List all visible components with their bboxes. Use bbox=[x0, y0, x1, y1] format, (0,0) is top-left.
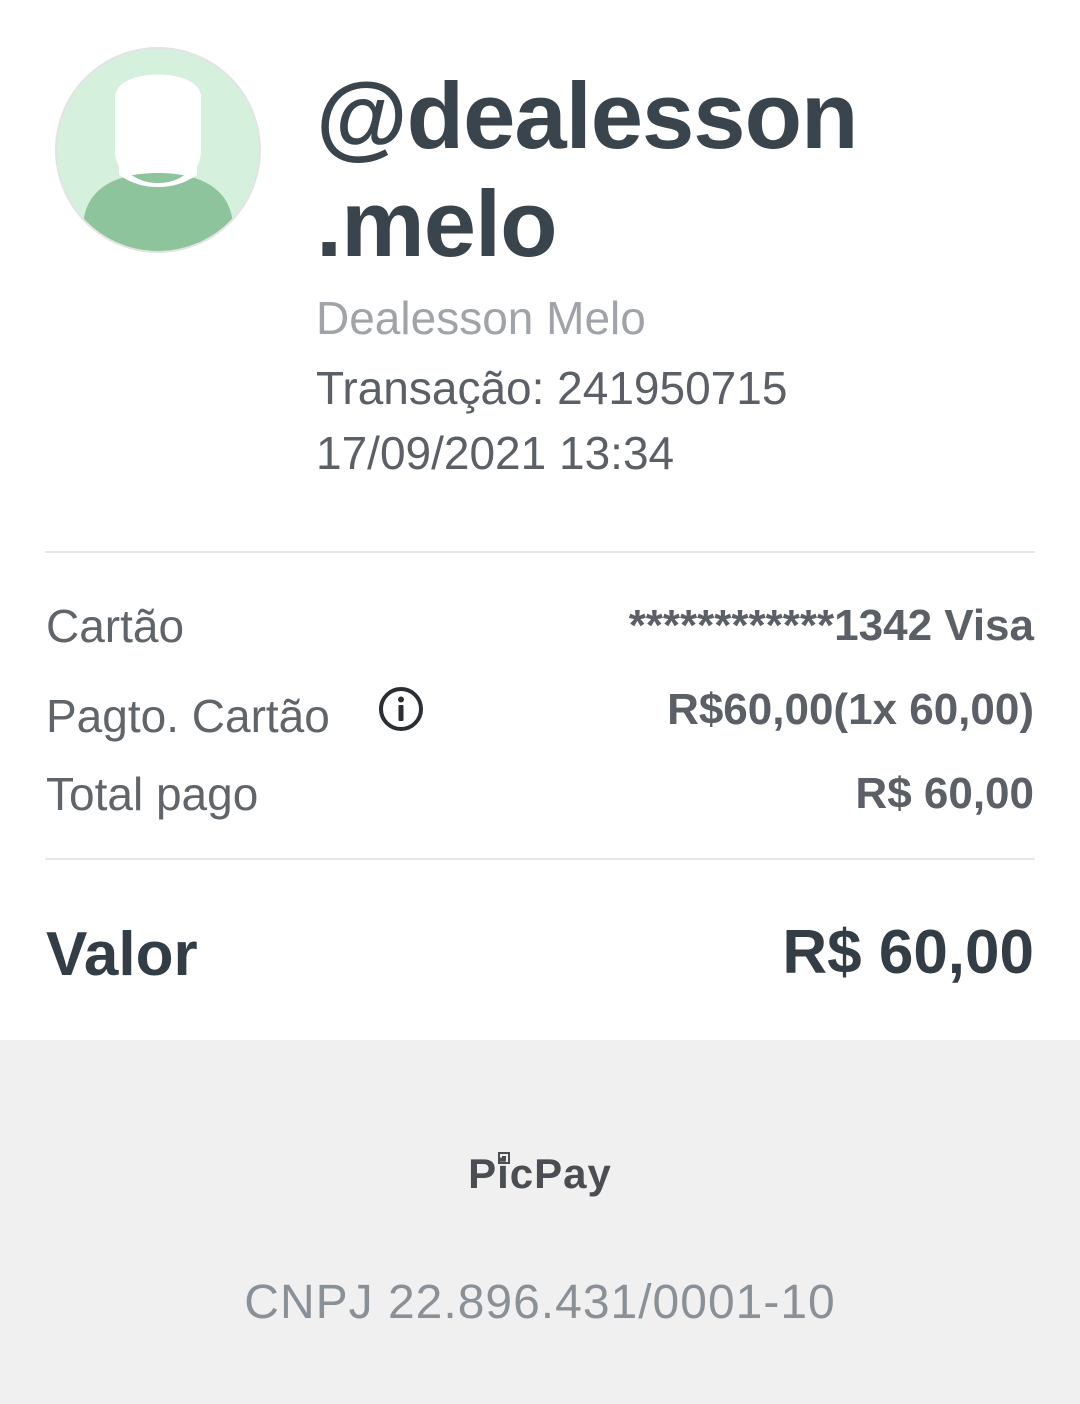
payment-value: R$60,00(1x 60,00) bbox=[667, 685, 1034, 734]
avatar-placeholder-icon bbox=[57, 49, 259, 251]
full-name: Dealesson Melo bbox=[316, 292, 646, 344]
cnpj: CNPJ 22.896.431/0001-10 bbox=[244, 1276, 836, 1329]
username: @dealesson .melo bbox=[316, 63, 858, 276]
card-label: Cartão bbox=[46, 600, 185, 652]
divider bbox=[45, 551, 1035, 553]
avatar bbox=[55, 47, 261, 253]
card-value: ************1342 Visa bbox=[628, 601, 1034, 650]
info-icon[interactable] bbox=[377, 685, 425, 733]
total-label: Total pago bbox=[46, 768, 259, 820]
picpay-logo-mark-icon bbox=[498, 1152, 510, 1164]
divider bbox=[45, 858, 1035, 860]
picpay-logo: PicPay bbox=[468, 1150, 612, 1197]
receipt-card: @dealesson .melo Dealesson Melo Transaçã… bbox=[0, 0, 1080, 1040]
valor-value: R$ 60,00 bbox=[782, 918, 1034, 987]
transaction-id: Transação: 241950715 bbox=[316, 362, 788, 414]
transaction-datetime: 17/09/2021 13:34 bbox=[316, 427, 675, 479]
payment-label: Pagto. Cartão bbox=[46, 690, 330, 742]
valor-label: Valor bbox=[46, 920, 198, 989]
total-value: R$ 60,00 bbox=[855, 769, 1034, 818]
